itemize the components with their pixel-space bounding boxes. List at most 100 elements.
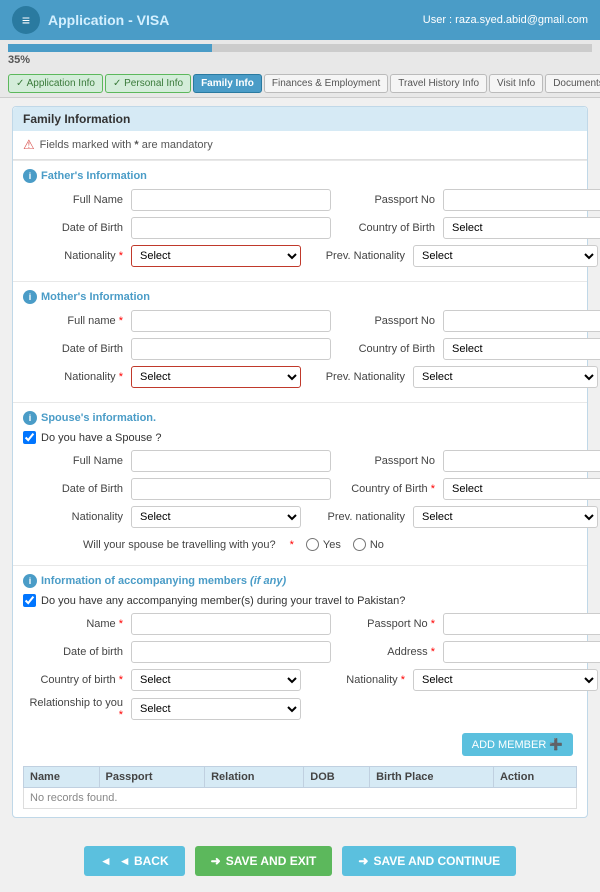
- spouse-prev-nationality-row: Prev. nationality Select: [305, 506, 598, 528]
- father-prev-nationality-select[interactable]: Select: [413, 245, 598, 267]
- father-country-birth-select[interactable]: Select: [443, 217, 600, 239]
- spouse-checkbox[interactable]: [23, 431, 36, 444]
- mother-fullname-input[interactable]: [131, 310, 331, 332]
- spouse-passport-label: Passport No: [335, 455, 435, 467]
- add-member-button[interactable]: ADD MEMBER ➕: [462, 733, 573, 756]
- father-fullname-input[interactable]: [131, 189, 331, 211]
- member-country-birth-select[interactable]: Select: [131, 669, 301, 691]
- info-icon-accompanying: i: [23, 574, 37, 588]
- col-name: Name: [24, 767, 100, 788]
- header-left: ≡ Application - VISA: [12, 6, 169, 34]
- mother-country-birth-select[interactable]: Select: [443, 338, 600, 360]
- mother-country-birth-row: Country of Birth Select: [335, 338, 600, 360]
- info-icon-mother: i: [23, 290, 37, 304]
- father-nationality-label: Nationality: [23, 250, 123, 262]
- plus-icon: ➕: [549, 738, 563, 751]
- father-nationality-select[interactable]: Select: [131, 245, 301, 267]
- tab-finances[interactable]: Finances & Employment: [264, 74, 388, 93]
- mother-nationality-label: Nationality: [23, 371, 123, 383]
- mother-dob-label: Date of Birth: [23, 343, 123, 355]
- user-info: User : raza.syed.abid@gmail.com: [423, 14, 588, 26]
- save-exit-button[interactable]: ➜ SAVE AND EXIT: [195, 846, 333, 876]
- accompanying-checkbox-row: Do you have any accompanying member(s) d…: [23, 594, 577, 607]
- spouse-passport-input[interactable]: [443, 450, 600, 472]
- mother-passport-label: Passport No: [335, 315, 435, 327]
- members-table: Name Passport Relation DOB Birth Place A…: [23, 766, 577, 809]
- tab-visit-info[interactable]: Visit Info: [489, 74, 543, 93]
- father-passport-label: Passport No: [335, 194, 435, 206]
- mother-prev-nationality-select[interactable]: Select: [413, 366, 598, 388]
- fathers-info: i Father's Information Full Name Passpor…: [13, 160, 587, 281]
- col-dob: DOB: [304, 767, 370, 788]
- tab-travel-history[interactable]: Travel History Info: [390, 74, 487, 93]
- tab-family-info[interactable]: Family Info: [193, 74, 262, 93]
- mother-country-birth-label: Country of Birth: [335, 343, 435, 355]
- spouse-country-birth-select[interactable]: Select: [443, 478, 600, 500]
- no-records-cell: No records found.: [24, 788, 577, 809]
- footer-buttons: ◄ ◄ BACK ➜ SAVE AND EXIT ➜ SAVE AND CONT…: [0, 834, 600, 892]
- save-continue-button[interactable]: ➜ SAVE AND CONTINUE: [342, 846, 516, 876]
- member-country-birth-label: Country of birth: [23, 674, 123, 686]
- mother-prev-nationality-label: Prev. Nationality: [305, 371, 405, 383]
- mother-fullname-label: Full name: [23, 315, 123, 327]
- col-passport: Passport: [99, 767, 205, 788]
- tab-documents[interactable]: Documents / Photograph: [545, 74, 600, 93]
- spouse-nationality-label: Nationality: [23, 511, 123, 523]
- spouse-fullname-row: Full Name: [23, 450, 331, 472]
- section-title: Family Information: [13, 107, 587, 131]
- member-nationality-select[interactable]: Select: [413, 669, 598, 691]
- family-info-section: Family Information ⚠ Fields marked with …: [12, 106, 588, 818]
- spouse-country-birth-label: Country of Birth: [335, 483, 435, 495]
- tab-application-info[interactable]: ✓ Application Info: [8, 74, 103, 93]
- table-header-row: Name Passport Relation DOB Birth Place A…: [24, 767, 577, 788]
- mother-passport-row: Passport No: [335, 310, 600, 332]
- member-address-input[interactable]: [443, 641, 600, 663]
- spouse-prev-nationality-select[interactable]: Select: [413, 506, 598, 528]
- member-name-label: Name: [23, 618, 123, 630]
- spouse-travelling-row: Will your spouse be travelling with you?…: [23, 538, 577, 551]
- info-icon-spouse: i: [23, 411, 37, 425]
- spouse-checkbox-row: Do you have a Spouse ?: [23, 431, 577, 444]
- spouse-yes-radio[interactable]: [306, 538, 319, 551]
- spouse-dob-input[interactable]: [131, 478, 331, 500]
- progress-bar: [8, 44, 592, 52]
- spouse-fullname-input[interactable]: [131, 450, 331, 472]
- member-name-input[interactable]: [131, 613, 331, 635]
- progress-label: 35%: [8, 54, 30, 66]
- back-button[interactable]: ◄ ◄ BACK: [84, 846, 185, 876]
- member-passport-input[interactable]: [443, 613, 600, 635]
- father-passport-row: Passport No: [335, 189, 600, 211]
- father-dob-input[interactable]: [131, 217, 331, 239]
- mother-nationality-select[interactable]: Select: [131, 366, 301, 388]
- father-nationality-row: Nationality Select: [23, 245, 301, 267]
- member-dob-row: Date of birth: [23, 641, 331, 663]
- member-relationship-select[interactable]: Select: [131, 698, 301, 720]
- tabs-row: ✓ Application Info ✓ Personal Info Famil…: [0, 70, 600, 98]
- father-country-birth-row: Country of Birth Select: [335, 217, 600, 239]
- col-relation: Relation: [205, 767, 304, 788]
- mother-passport-input[interactable]: [443, 310, 600, 332]
- fathers-row3: Nationality Select Prev. Nationality Sel…: [23, 245, 577, 273]
- accompanying-checkbox[interactable]: [23, 594, 36, 607]
- spouse-nationality-select[interactable]: Select: [131, 506, 301, 528]
- spouse-no-radio[interactable]: [353, 538, 366, 551]
- mandatory-text: Fields marked with * are mandatory: [40, 139, 213, 151]
- member-relationship-label: Relationship to you: [23, 697, 123, 721]
- spouses-info-title: i Spouse's information.: [23, 411, 577, 425]
- father-prev-nationality-label: Prev. Nationality: [305, 250, 405, 262]
- member-dob-label: Date of birth: [23, 646, 123, 658]
- father-prev-nationality-row: Prev. Nationality Select: [305, 245, 598, 267]
- accompanying-row4: Relationship to you Select: [23, 697, 577, 727]
- member-dob-input[interactable]: [131, 641, 331, 663]
- save-exit-icon: ➜: [211, 854, 221, 868]
- app-title: Application - VISA: [48, 12, 169, 28]
- mothers-info-title: i Mother's Information: [23, 290, 577, 304]
- member-nationality-row: Nationality Select: [305, 669, 598, 691]
- app-logo: ≡: [12, 6, 40, 34]
- mother-dob-input[interactable]: [131, 338, 331, 360]
- father-passport-input[interactable]: [443, 189, 600, 211]
- tab-personal-info[interactable]: ✓ Personal Info: [105, 74, 191, 93]
- spouse-checkbox-label: Do you have a Spouse ?: [41, 432, 161, 444]
- father-fullname-label: Full Name: [23, 194, 123, 206]
- fathers-row1: Full Name Passport No: [23, 189, 577, 217]
